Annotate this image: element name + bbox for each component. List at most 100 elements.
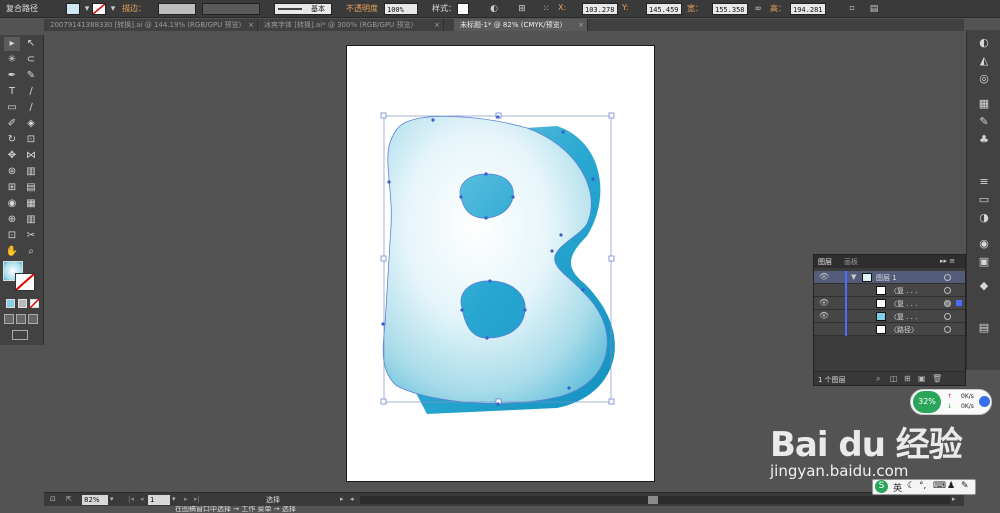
slice-tool-icon[interactable]: ✂ [23,229,39,243]
pencil-tool-icon[interactable]: ✐ [4,117,20,131]
symbols-icon[interactable]: ♣ [976,132,992,148]
color-wheel-icon[interactable]: ◎ [976,71,992,87]
close-icon[interactable]: × [248,19,254,31]
artboard-dropdown-icon[interactable]: ▾ [172,495,176,503]
stroke-panel-icon[interactable]: ≡ [976,174,992,190]
reference-point-icon[interactable]: ⁙ [540,3,552,15]
tab-artboards[interactable]: 画板 [844,257,858,267]
color-mode-icon[interactable] [6,299,15,308]
layer-row[interactable]: 👁 ▼ 图层 1 [814,271,965,284]
ime-wrench-icon[interactable]: ✎ [961,481,969,491]
fill-swatch[interactable] [66,3,80,15]
selection-tool-icon[interactable]: ▸ [4,37,20,51]
eraser-tool-icon[interactable]: ◈ [23,117,39,131]
first-artboard-icon[interactable]: |◂ [128,495,134,503]
artboards-icon[interactable]: ▤ [976,320,992,336]
delete-layer-icon[interactable]: 🗑 [932,374,942,383]
graphic-styles-icon[interactable]: ▣ [976,254,992,270]
swatches-icon[interactable]: ▦ [976,96,992,112]
panel-menu-icon[interactable]: ▸▸ ≡ [940,257,955,265]
shape-builder-tool-icon[interactable]: ⊛ [4,165,20,179]
recolor-icon[interactable]: ◐ [488,3,500,15]
status-menu-icon[interactable]: ▸ [340,495,344,503]
stroke-swatch-none-icon[interactable] [92,3,106,15]
magic-wand-tool-icon[interactable]: ✳ [4,53,20,67]
export-icon[interactable]: ⇱ [66,495,72,503]
ime-punct-icon[interactable]: °, [919,481,926,491]
ime-keyboard-icon[interactable]: ⌨ [933,481,946,491]
new-sublayer-icon[interactable]: ⊞ [904,374,911,383]
gradient-tool-icon[interactable]: ▤ [23,181,39,195]
expand-arrow-icon[interactable]: ▼ [851,273,856,281]
scrollbar-thumb[interactable] [648,496,658,504]
make-clipping-mask-icon[interactable]: ◫ [890,374,898,383]
visibility-eye-icon[interactable]: 👁 [818,298,830,307]
horizontal-scrollbar[interactable] [360,496,950,504]
last-artboard-icon[interactable]: ▸| [194,495,200,503]
gradient-panel-icon[interactable]: ▭ [976,192,992,208]
previous-artboard-icon[interactable]: ◂ [140,495,144,503]
curvature-tool-icon[interactable]: ✎ [23,69,39,83]
close-icon[interactable]: × [578,19,584,31]
mesh-tool-icon[interactable]: ⊞ [4,181,20,195]
height-field[interactable]: 194.281 [790,3,826,15]
ime-mode[interactable]: 英 [893,481,902,494]
direct-selection-tool-icon[interactable]: ↖ [23,37,39,51]
tab-document-3[interactable]: 未标题-1* @ 82% (CMYK/预览) × [454,19,588,31]
scale-tool-icon[interactable]: ⊡ [23,133,39,147]
pen-tool-icon[interactable]: ✒ [4,69,20,83]
paintbrush-tool-icon[interactable]: / [23,101,39,115]
artboard-tool-icon[interactable]: ⊡ [4,229,20,243]
zoom-dropdown-icon[interactable]: ▾ [110,495,114,503]
scroll-right-icon[interactable]: ▸ [952,495,956,503]
transform-icon[interactable]: ⌗ [846,3,858,15]
tab-layers[interactable]: 图层 [818,257,832,267]
stroke-weight-field[interactable] [158,3,196,15]
graphic-style-swatch[interactable] [457,3,469,15]
visibility-eye-icon[interactable]: 👁 [818,311,830,320]
layer-row[interactable]: 👁 〈复 . . . [814,310,965,323]
eyedropper-tool-icon[interactable]: ◉ [4,197,20,211]
color-guide-icon[interactable]: ◭ [976,53,992,69]
screen-mode-icon[interactable] [12,330,28,340]
stroke-label[interactable]: 描边： [122,3,146,14]
visibility-eye-icon[interactable]: 👁 [818,272,830,281]
tab-document-1[interactable]: 20079141388330 [转换].ai @ 144.19% (RGB/GP… [44,19,258,31]
target-circle-icon[interactable] [944,326,951,333]
variable-width-profile[interactable] [202,3,260,15]
zoom-tool-icon[interactable]: ⌕ [23,245,39,259]
new-layer-icon[interactable]: ▣ [918,374,926,383]
layer-row[interactable]: 👁 〈复 . . . [814,297,965,310]
close-icon[interactable]: × [434,19,440,31]
color-panel-icon[interactable]: ◐ [976,35,992,51]
rotate-tool-icon[interactable]: ↻ [4,133,20,147]
ime-toolbar[interactable]: S 英 ☾ °, ⌨ ♟ ✎ [872,479,976,495]
x-field[interactable]: 103.278 [582,3,618,15]
arrange-icon[interactable]: ▤ [868,3,880,15]
layers-panel-icon[interactable]: ◆ [976,278,992,294]
width-field[interactable]: 155.358 [712,3,748,15]
layer-row[interactable]: 〈复 . . . [814,284,965,297]
scroll-left-icon[interactable]: ◂ [350,495,354,503]
line-tool-icon[interactable]: / [23,85,39,99]
target-circle-icon[interactable] [944,300,951,307]
free-transform-tool-icon[interactable]: ⋈ [23,149,39,163]
perspective-grid-tool-icon[interactable]: ▥ [23,165,39,179]
target-circle-icon[interactable] [944,313,951,320]
opacity-field[interactable]: 100% [384,3,418,15]
draw-modes-icon[interactable] [4,314,40,324]
y-field[interactable]: 145.459 [646,3,682,15]
ime-logo-icon[interactable]: S [875,480,888,493]
selection-indicator-icon[interactable] [956,300,962,306]
rectangle-tool-icon[interactable]: ▭ [4,101,20,115]
align-options-icon[interactable]: ⊞ [516,3,528,15]
letter-b-artwork[interactable] [347,46,656,483]
lasso-tool-icon[interactable]: ⊂ [23,53,39,67]
column-graph-tool-icon[interactable]: ▥ [23,213,39,227]
ime-moon-icon[interactable]: ☾ [907,481,915,491]
ime-user-icon[interactable]: ♟ [947,481,955,491]
transparency-icon[interactable]: ◑ [976,210,992,226]
symbol-sprayer-tool-icon[interactable]: ⊕ [4,213,20,227]
next-artboard-icon[interactable]: ▸ [184,495,188,503]
appearance-icon[interactable]: ◉ [976,236,992,252]
